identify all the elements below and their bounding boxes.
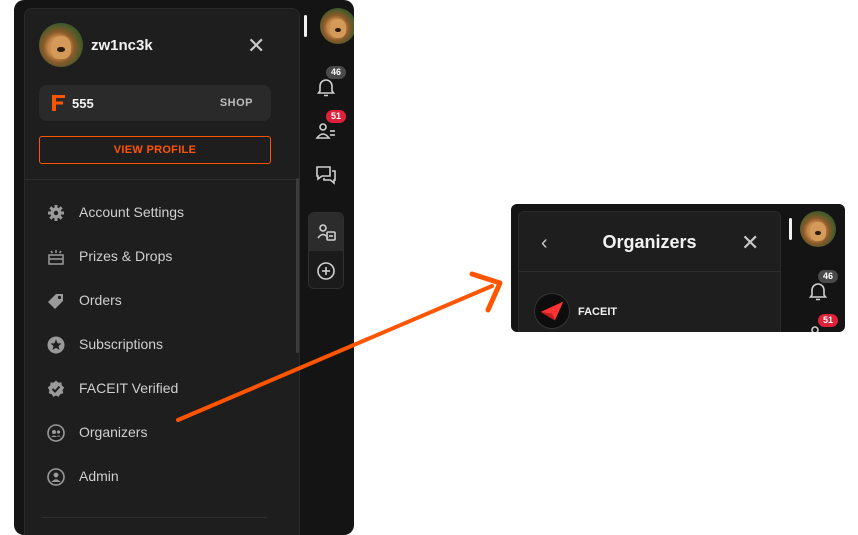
verified-icon bbox=[47, 380, 65, 397]
gift-icon bbox=[48, 250, 64, 265]
organizers-rail-icon[interactable] bbox=[315, 221, 337, 243]
active-indicator bbox=[304, 15, 307, 37]
tag-icon bbox=[48, 294, 63, 309]
menu-item-orders[interactable]: Orders bbox=[47, 289, 277, 313]
divider bbox=[519, 271, 780, 272]
side-rail: 46 51 bbox=[786, 204, 845, 332]
bell-icon[interactable] bbox=[315, 76, 337, 98]
friends-icon[interactable] bbox=[315, 120, 337, 142]
close-icon[interactable]: ✕ bbox=[741, 232, 759, 254]
organizers-panel: ‹ Organizers ✕ FACEIT bbox=[518, 211, 781, 332]
menu-item-label: FACEIT Verified bbox=[79, 380, 179, 396]
points-value: 555 bbox=[72, 96, 94, 111]
menu-item-faceit-verified[interactable]: FACEIT Verified bbox=[47, 377, 277, 401]
notifications-badge: 46 bbox=[326, 66, 347, 79]
rail-tools bbox=[308, 212, 344, 289]
menu-item-label: Subscriptions bbox=[79, 336, 164, 352]
menu-item-label: Admin bbox=[79, 468, 119, 484]
organizers-icon bbox=[47, 424, 65, 442]
admin-icon bbox=[47, 468, 65, 486]
divider bbox=[41, 517, 267, 518]
active-indicator bbox=[789, 218, 792, 240]
profile-menu-screenshot: zw1nc3k ✕ 555 SHOP VIEW PROFILE Account … bbox=[14, 0, 354, 535]
organizers-screenshot: ‹ Organizers ✕ FACEIT 46 51 bbox=[511, 204, 845, 332]
shop-link[interactable]: SHOP bbox=[220, 97, 253, 109]
menu-item-prizes-drops[interactable]: Prizes & Drops bbox=[47, 245, 277, 269]
notifications-badge: 46 bbox=[818, 270, 839, 283]
profile-header: zw1nc3k ✕ bbox=[25, 9, 299, 85]
divider bbox=[25, 179, 299, 180]
faceit-logo-icon bbox=[534, 293, 570, 329]
avatar[interactable] bbox=[39, 23, 83, 67]
gear-icon bbox=[48, 205, 64, 221]
add-icon[interactable] bbox=[315, 260, 337, 282]
friends-badge: 51 bbox=[818, 314, 839, 327]
faceit-points-icon bbox=[52, 95, 65, 111]
menu-item-subscriptions[interactable]: Subscriptions bbox=[47, 333, 277, 357]
username: zw1nc3k bbox=[91, 37, 153, 54]
organizer-name: FACEIT bbox=[578, 306, 618, 318]
rail-avatar[interactable] bbox=[800, 211, 836, 247]
bell-icon[interactable] bbox=[807, 280, 829, 302]
menu-item-label: Account Settings bbox=[79, 204, 185, 220]
points-bar[interactable]: 555 SHOP bbox=[39, 85, 271, 121]
menu-item-organizers[interactable]: Organizers bbox=[47, 421, 277, 445]
menu-item-account-settings[interactable]: Account Settings bbox=[47, 201, 277, 225]
rail-avatar[interactable] bbox=[320, 8, 354, 44]
side-rail: 46 51 bbox=[304, 0, 354, 535]
close-icon[interactable]: ✕ bbox=[247, 35, 265, 57]
menu-item-label: Orders bbox=[79, 292, 122, 308]
chat-icon[interactable] bbox=[315, 164, 337, 186]
scrollbar[interactable] bbox=[296, 178, 299, 353]
friends-badge: 51 bbox=[326, 110, 347, 123]
menu-item-label: Prizes & Drops bbox=[79, 248, 173, 264]
profile-panel: zw1nc3k ✕ 555 SHOP VIEW PROFILE Account … bbox=[24, 8, 300, 535]
menu-item-admin[interactable]: Admin bbox=[47, 465, 277, 489]
view-profile-button[interactable]: VIEW PROFILE bbox=[39, 136, 271, 164]
menu-item-label: Organizers bbox=[79, 424, 148, 440]
star-icon bbox=[47, 336, 65, 354]
